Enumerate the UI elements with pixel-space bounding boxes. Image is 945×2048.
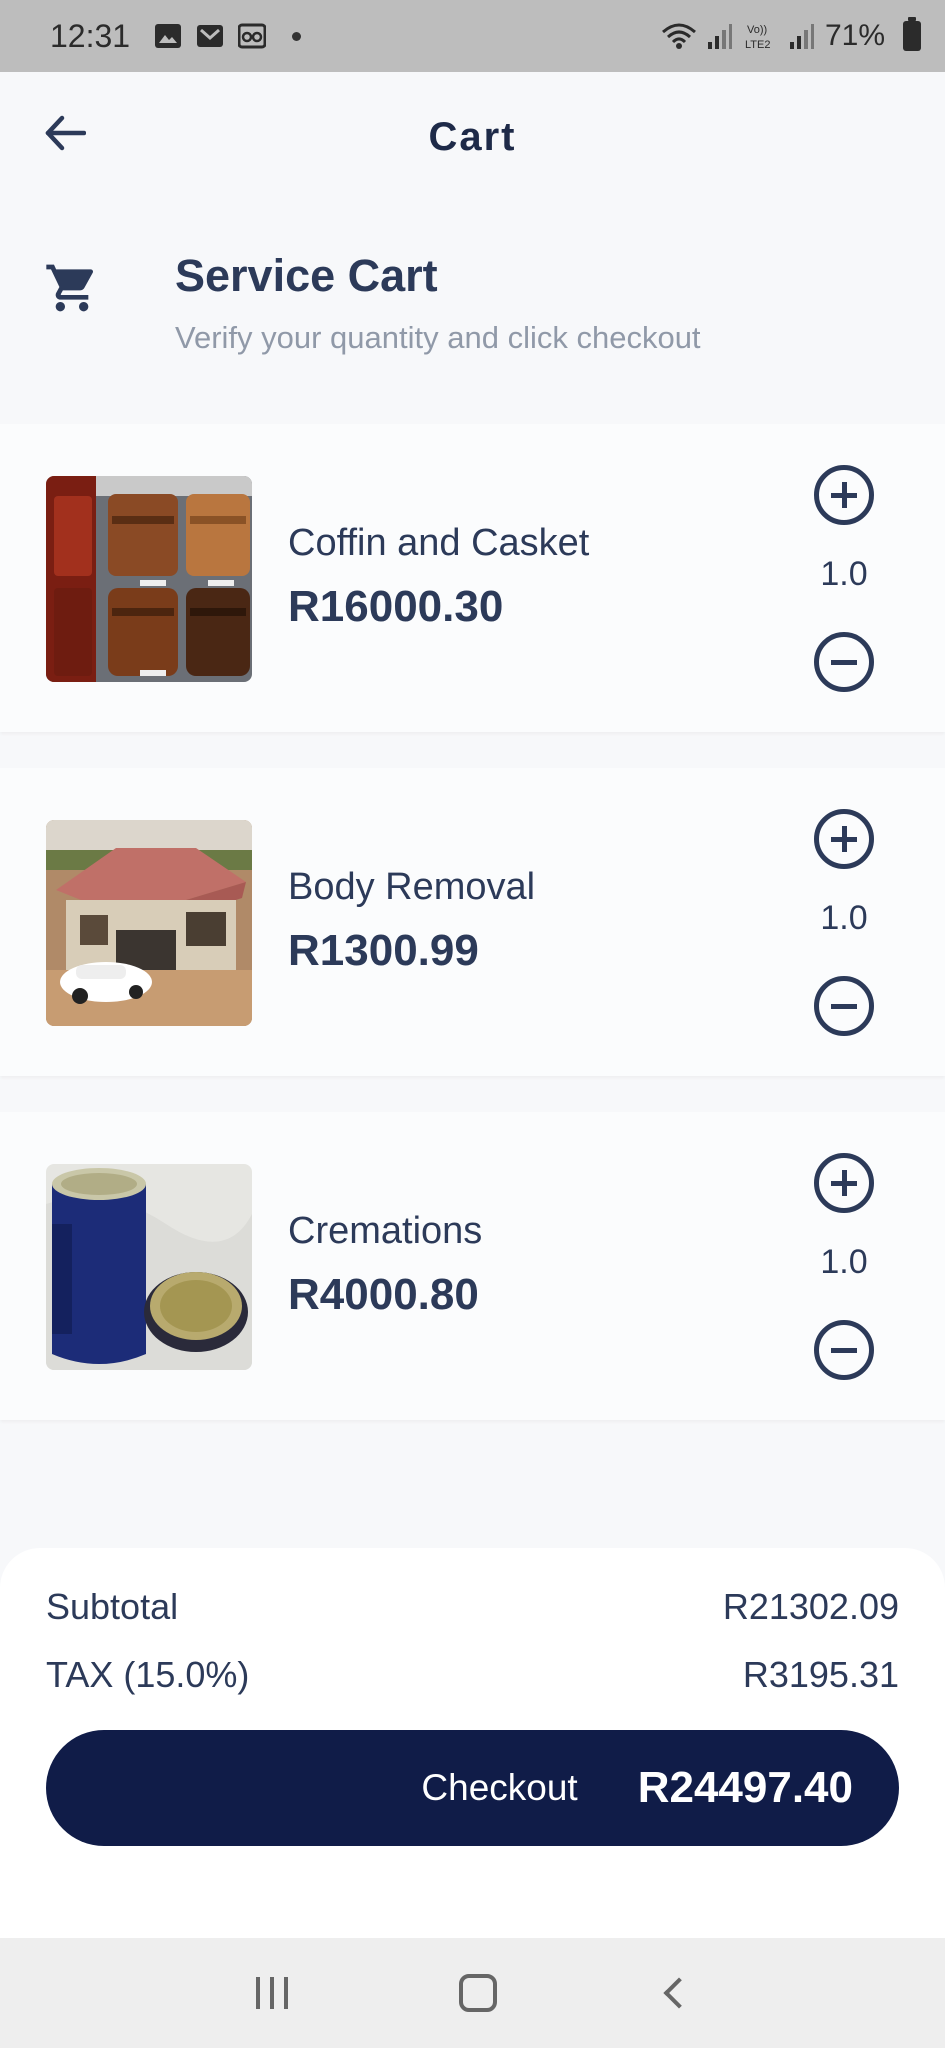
page-title: Cart (428, 114, 517, 159)
home-button[interactable] (458, 1974, 497, 2012)
shopping-cart-icon (46, 264, 94, 312)
back-button[interactable] (40, 108, 90, 158)
tax-label: TAX (15.0%) (46, 1654, 250, 1695)
signal-icon-2 (789, 24, 814, 49)
cart-item: Cremations R4000.80 1.0 (0, 1112, 945, 1420)
checkout-total: R24497.40 (637, 1763, 853, 1812)
item-price: R16000.30 (288, 582, 504, 631)
item-quantity: 1.0 (820, 899, 868, 937)
item-name: Body Removal (288, 866, 536, 908)
arrow-left-icon (45, 115, 86, 151)
item-name: Cremations (288, 1210, 483, 1252)
svg-text:LTE2: LTE2 (745, 39, 770, 51)
increase-quantity-button[interactable] (814, 465, 874, 525)
tax-value: R3195.31 (742, 1654, 899, 1695)
item-price: R1300.99 (288, 926, 479, 975)
battery-icon (903, 17, 921, 51)
system-back-button[interactable] (662, 1977, 695, 2009)
item-image-urn (46, 1164, 252, 1370)
checkout-label: Checkout (421, 1767, 578, 1808)
cart-item: Coffin and Casket R16000.30 1.0 (0, 424, 945, 732)
status-time: 12:31 (50, 17, 131, 54)
gallery-icon (155, 24, 182, 48)
cart-item: Body Removal R1300.99 1.0 (0, 768, 945, 1076)
recent-apps-button[interactable] (255, 1977, 288, 2009)
subtotal-row: Subtotal R21302.09 (46, 1586, 899, 1628)
battery-percent: 71% (824, 19, 885, 52)
svg-text:Vo)): Vo)) (747, 24, 767, 36)
decrease-quantity-button[interactable] (814, 1320, 874, 1380)
volte-icon: Vo)) LTE2 (745, 24, 770, 51)
status-bar: 12:31 Vo)) LTE2 71% (0, 0, 945, 72)
app-bar: Cart (0, 72, 945, 202)
increase-quantity-button[interactable] (814, 1153, 874, 1213)
decrease-quantity-button[interactable] (814, 976, 874, 1036)
subtotal-label: Subtotal (46, 1586, 179, 1627)
item-name: Coffin and Casket (288, 522, 590, 564)
status-right: Vo)) LTE2 71% (661, 17, 921, 53)
increase-quantity-button[interactable] (814, 809, 874, 869)
order-summary: Subtotal R21302.09 TAX (15.0%) R3195.31 … (0, 1548, 945, 1938)
section-subtitle: Verify your quantity and click checkout (175, 320, 701, 355)
wifi-icon (661, 23, 696, 49)
section-header: Service Cart Verify your quantity and cl… (0, 240, 945, 380)
item-quantity: 1.0 (820, 1243, 868, 1281)
signal-icon (707, 24, 732, 49)
item-image-house (46, 820, 252, 1026)
item-quantity: 1.0 (820, 555, 868, 593)
tax-row: TAX (15.0%) R3195.31 (46, 1654, 899, 1696)
decrease-quantity-button[interactable] (814, 632, 874, 692)
notification-icons (154, 23, 302, 49)
gmail-icon (197, 25, 224, 47)
voicemail-icon (238, 23, 267, 49)
checkout-button[interactable]: Checkout R24497.40 (46, 1730, 899, 1846)
section-title: Service Cart (175, 250, 438, 301)
subtotal-value: R21302.09 (722, 1586, 899, 1627)
system-nav-bar (0, 1938, 945, 2048)
item-image-coffins (46, 476, 252, 682)
item-price: R4000.80 (288, 1270, 479, 1319)
more-notifications-dot (292, 31, 302, 41)
